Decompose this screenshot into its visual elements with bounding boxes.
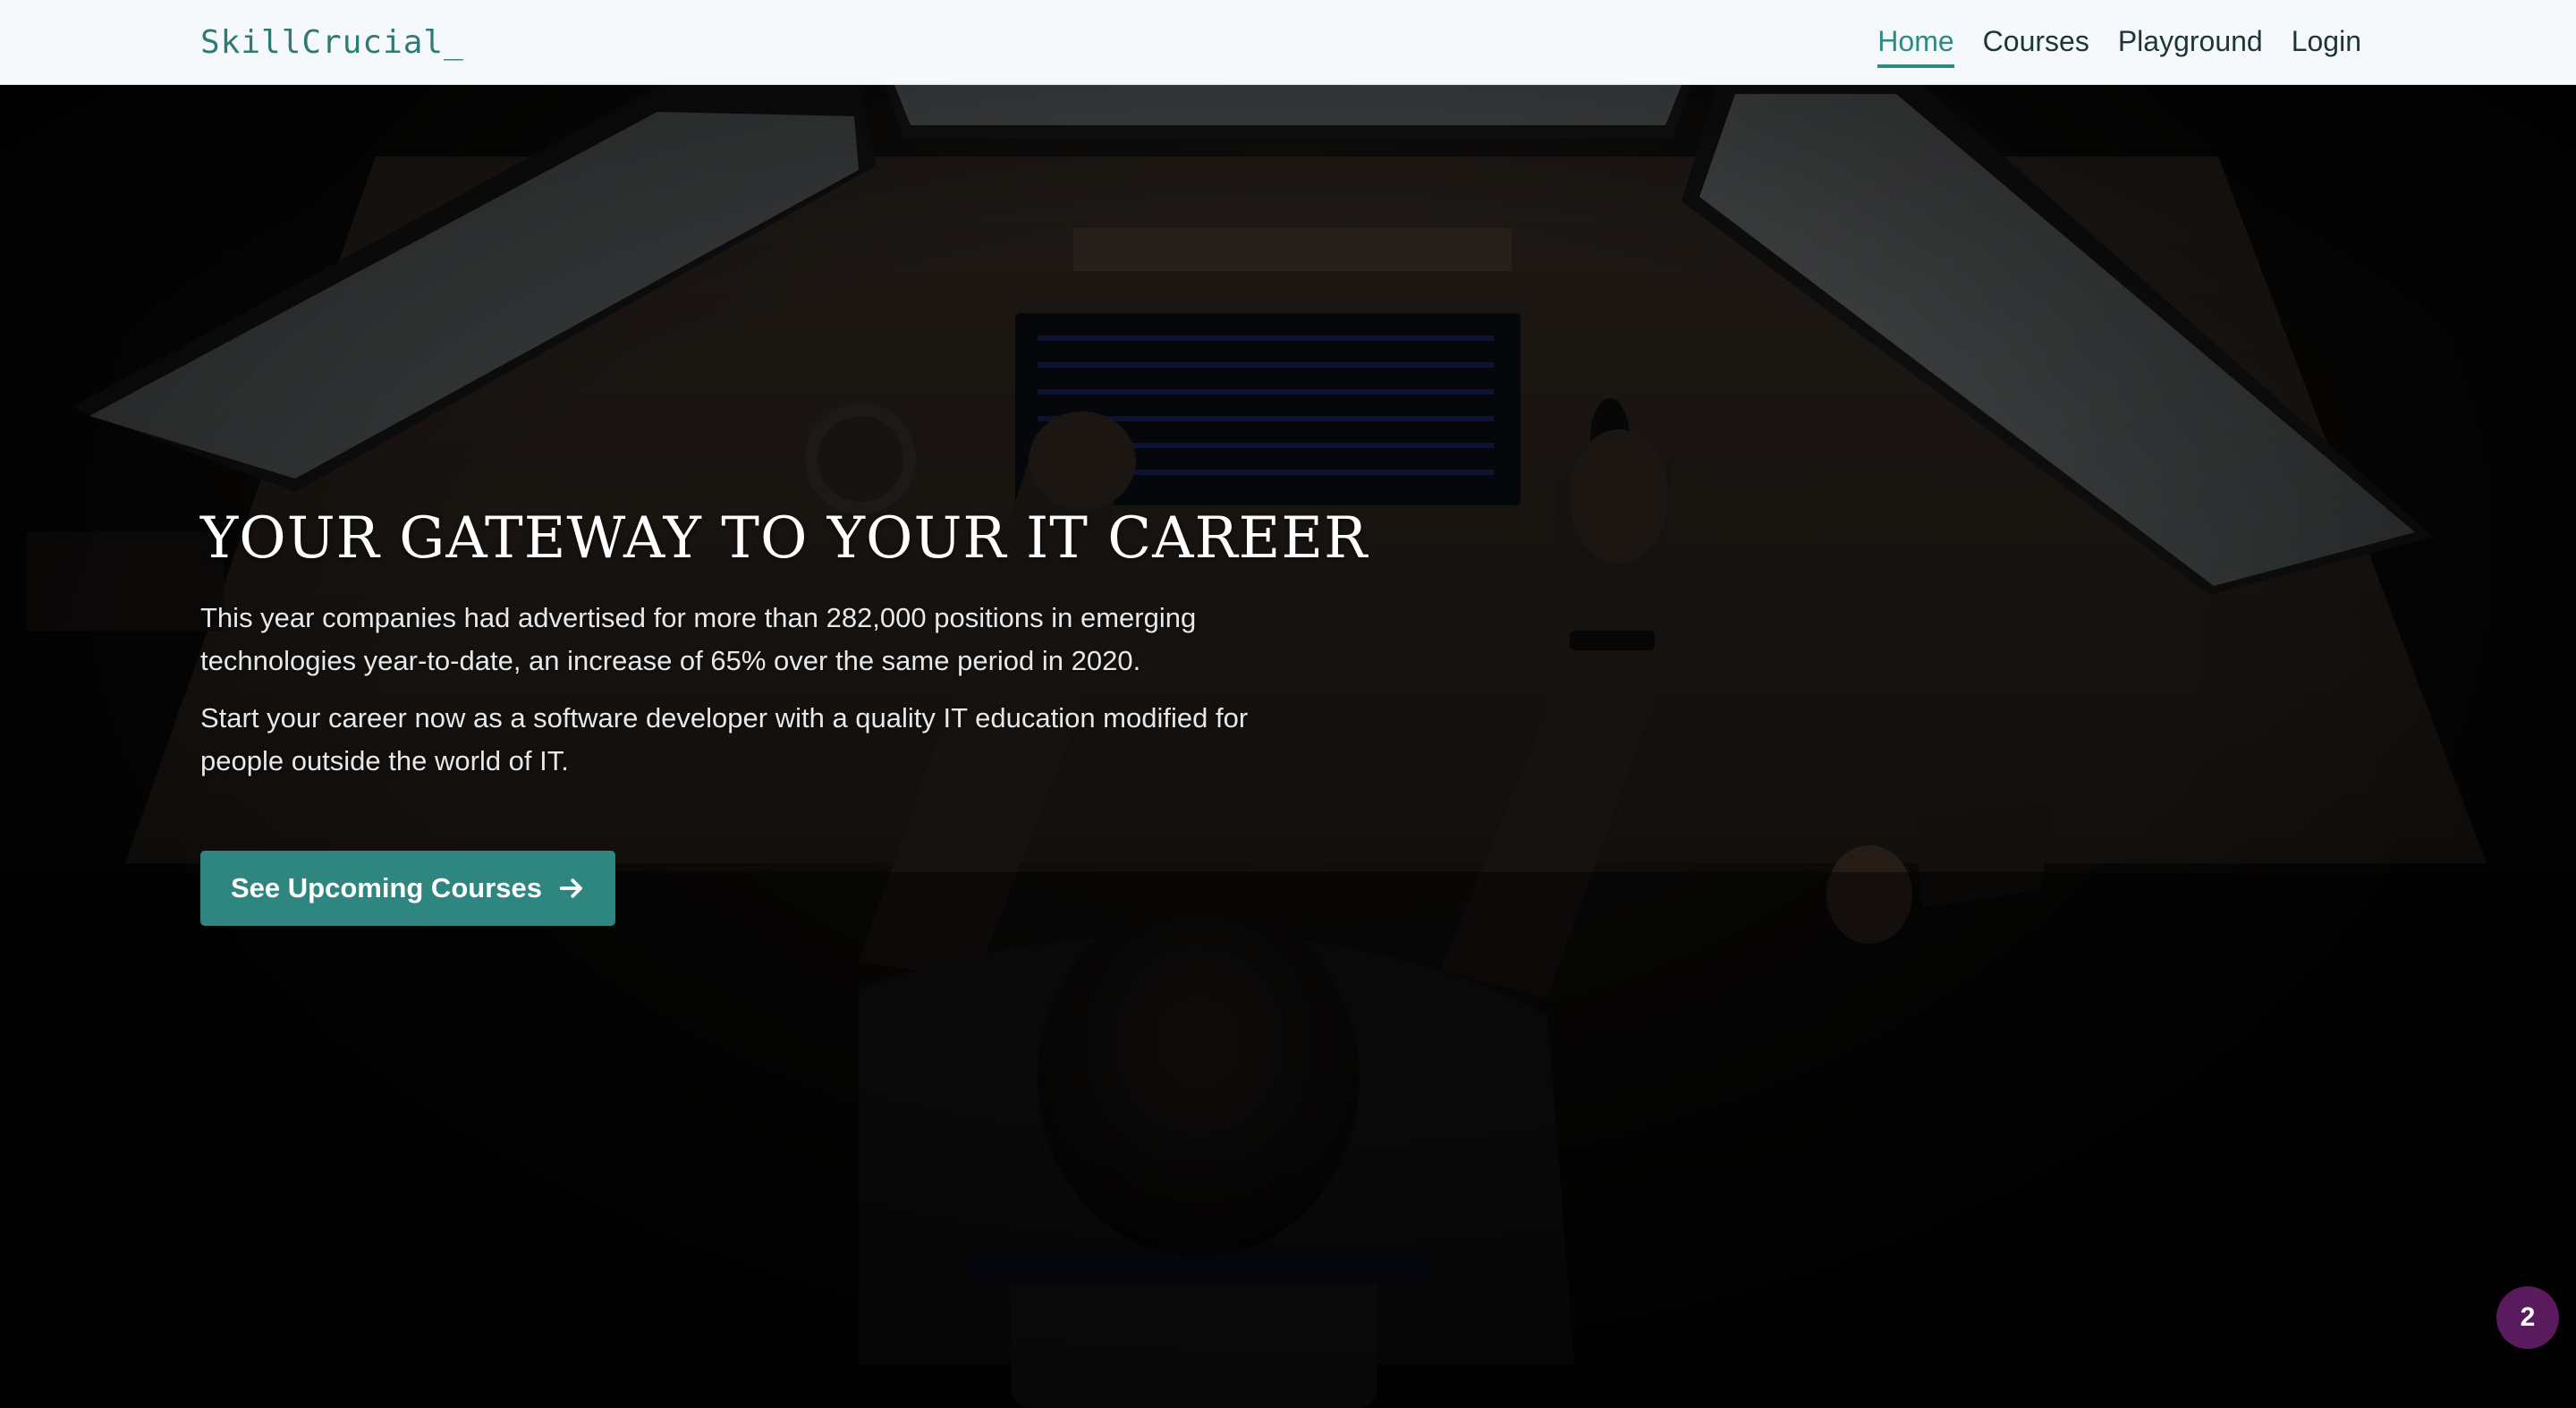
top-navbar: SkillCrucial_ Home Courses Playground Lo… (0, 0, 2576, 85)
hero-paragraph-stats: This year companies had advertised for m… (200, 602, 1197, 676)
hero-paragraph-cta: Start your career now as a software deve… (200, 702, 1249, 776)
notification-badge[interactable]: 2 (2496, 1286, 2559, 1349)
hero-title: YOUR GATEWAY TO YOUR IT CAREER (200, 505, 1368, 572)
nav-link-courses[interactable]: Courses (1983, 20, 2089, 68)
nav-link-playground[interactable]: Playground (2118, 20, 2263, 68)
main-nav: Home Courses Playground Login (1877, 20, 2361, 68)
see-upcoming-courses-button[interactable]: See Upcoming Courses (200, 851, 615, 926)
cta-button-label: See Upcoming Courses (231, 872, 542, 903)
brand-logo[interactable]: SkillCrucial_ (200, 21, 464, 64)
arrow-right-icon (559, 878, 582, 898)
nav-link-home[interactable]: Home (1877, 20, 1954, 68)
hero-content: YOUR GATEWAY TO YOUR IT CAREER This year… (200, 505, 1368, 926)
nav-link-login[interactable]: Login (2292, 20, 2361, 68)
hero-section: YOUR GATEWAY TO YOUR IT CAREER This year… (0, 85, 2576, 1408)
